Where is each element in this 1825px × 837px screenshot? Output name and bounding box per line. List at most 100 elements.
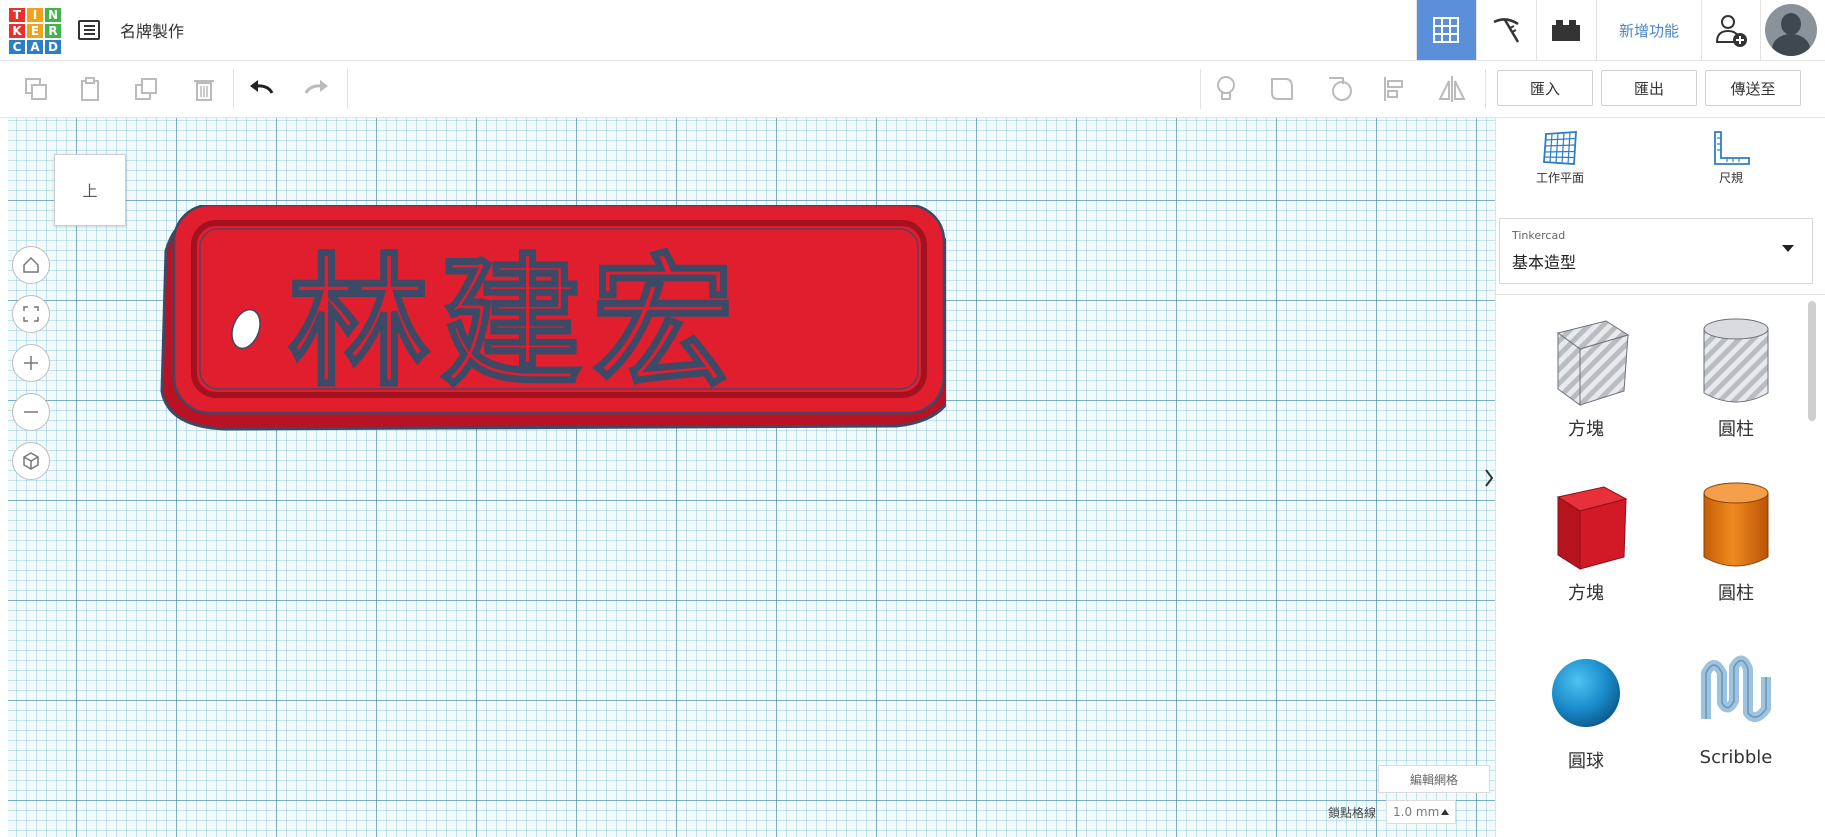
- duplicate-icon: [135, 78, 157, 100]
- scribble-icon: [1701, 655, 1771, 723]
- workplane-tool-label: 工作平面: [1535, 171, 1584, 185]
- shapes-grid: 方塊 圓柱 方塊 圓柱 圓球 Scribble: [1496, 294, 1825, 837]
- ruler-tool-label: 尺規: [1718, 171, 1743, 185]
- user-avatar[interactable]: [1765, 4, 1817, 56]
- shape-label: 圓柱: [1718, 419, 1754, 440]
- caret-down-icon: [1782, 245, 1794, 252]
- redo-button[interactable]: [300, 73, 332, 105]
- panel-scrollbar[interactable]: [1808, 301, 1816, 421]
- library-name: 基本造型: [1512, 253, 1577, 272]
- paste-button[interactable]: [74, 73, 106, 105]
- mirror-button[interactable]: [1436, 73, 1468, 105]
- panel-collapse-toggle[interactable]: [1482, 458, 1496, 498]
- shape-library-select[interactable]: Tinkercad 基本造型: [1499, 218, 1813, 284]
- home-icon: [23, 256, 39, 273]
- hide-button[interactable]: [1324, 73, 1356, 105]
- zoom-out-button[interactable]: [12, 393, 50, 431]
- copy-button[interactable]: [20, 73, 52, 105]
- logo-letter: D: [44, 39, 62, 55]
- align-icon: [1384, 77, 1403, 101]
- caret-up-icon: [1441, 809, 1450, 815]
- edit-grid-button[interactable]: 編輯網格: [1378, 765, 1490, 793]
- shape-label: 圓柱: [1718, 583, 1754, 604]
- shape-label: 圓球: [1568, 751, 1604, 772]
- copy-icon: [25, 78, 47, 100]
- logo-letter: E: [26, 23, 44, 39]
- lightbulb-icon: [1217, 76, 1235, 100]
- perspective-button[interactable]: [12, 442, 50, 480]
- sphere-icon: [1552, 659, 1620, 727]
- snap-grid-select[interactable]: 1.0 mm: [1386, 800, 1457, 824]
- shape-box-hole[interactable]: 方塊: [1516, 311, 1656, 461]
- plus-icon: [24, 356, 38, 370]
- shape-outline-icon: [1271, 78, 1293, 100]
- send-to-button[interactable]: 傳送至: [1705, 70, 1801, 106]
- logo-letter: R: [44, 23, 62, 39]
- shape-cylinder[interactable]: 圓柱: [1666, 475, 1806, 625]
- clipboard-icon: [81, 77, 99, 101]
- add-user-icon: [1715, 15, 1747, 47]
- snap-grid-value: 1.0 mm: [1393, 805, 1440, 819]
- minus-icon: [24, 411, 38, 413]
- cylinder-hole-icon: [1703, 318, 1769, 403]
- undo-button[interactable]: [246, 73, 278, 105]
- mirror-icon: [1438, 76, 1466, 102]
- logo-letter: C: [8, 39, 26, 55]
- edit-toolbar: 匯入 匯出 傳送至: [0, 61, 1825, 118]
- tinkercad-app: TIN KER CAD 名牌製作 新增功能 匯入 匯出 傳送至 上 林建宏 編輯網格…: [0, 0, 1825, 837]
- shape-box[interactable]: 方塊: [1516, 475, 1656, 625]
- align-button[interactable]: [1378, 73, 1410, 105]
- hide-shape-icon: [1329, 77, 1352, 101]
- import-button[interactable]: 匯入: [1497, 70, 1593, 106]
- tinkercad-logo[interactable]: TIN KER CAD: [8, 7, 62, 55]
- design-title[interactable]: 名牌製作: [120, 18, 184, 42]
- export-button[interactable]: 匯出: [1601, 70, 1697, 106]
- logo-letter: K: [8, 23, 26, 39]
- new-features-link[interactable]: 新增功能: [1595, 0, 1701, 60]
- workplane-canvas[interactable]: 上 林建宏 編輯網格 鎖點格線 1.0 mm: [8, 118, 1495, 837]
- logo-letter: A: [26, 39, 44, 55]
- library-source: Tinkercad: [1512, 229, 1566, 242]
- logo-letter: I: [26, 7, 44, 23]
- cylinder-icon: [1703, 482, 1769, 567]
- cube-outline-icon: [23, 452, 39, 470]
- snap-grid-label: 鎖點格線: [1328, 805, 1377, 820]
- notes-button[interactable]: [1210, 73, 1242, 105]
- redo-icon: [304, 80, 328, 94]
- pickaxe-icon: [1493, 18, 1520, 43]
- chevron-right-icon: [1485, 469, 1494, 487]
- design-menu-icon[interactable]: [78, 20, 100, 40]
- trash-icon: [194, 80, 214, 101]
- duplicate-button[interactable]: [130, 73, 162, 105]
- keychain-text: 林建宏: [288, 241, 744, 406]
- logo-letter: N: [44, 7, 62, 23]
- shape-scribble[interactable]: Scribble: [1666, 643, 1806, 793]
- top-bar: TIN KER CAD 名牌製作 新增功能: [0, 0, 1825, 61]
- view-cube[interactable]: 上: [54, 154, 126, 226]
- snap-grid-control: 鎖點格線 1.0 mm: [1328, 800, 1457, 824]
- ruler-icon: [1714, 131, 1750, 165]
- workplane-tool[interactable]: 工作平面: [1520, 130, 1600, 186]
- box-icon: [1556, 486, 1628, 570]
- 3d-design-view-button[interactable]: [1415, 0, 1476, 60]
- shape-cylinder-hole[interactable]: 圓柱: [1666, 311, 1806, 461]
- add-user-button[interactable]: [1701, 0, 1761, 60]
- fit-view-button[interactable]: [12, 295, 50, 333]
- panel-tools: 工作平面 尺規: [1496, 118, 1825, 208]
- keychain-nameplate[interactable]: 林建宏: [156, 205, 946, 455]
- bricks-view-button[interactable]: [1535, 0, 1596, 60]
- shape-sphere[interactable]: 圓球: [1516, 643, 1656, 793]
- blocks-view-button[interactable]: [1475, 0, 1536, 60]
- zoom-in-button[interactable]: [12, 344, 50, 382]
- home-view-button[interactable]: [12, 246, 50, 284]
- show-all-button[interactable]: [1266, 73, 1298, 105]
- grid-icon: [1433, 17, 1460, 43]
- logo-letter: T: [8, 7, 26, 23]
- ruler-tool[interactable]: 尺規: [1691, 130, 1771, 186]
- undo-icon: [250, 80, 274, 94]
- brick-icon: [1552, 20, 1581, 41]
- delete-button[interactable]: [188, 73, 220, 105]
- shapes-panel: 工作平面 尺規 Tinkercad 基本造型 方塊 圓柱 方塊 圓柱 圓球 Sc…: [1485, 118, 1825, 837]
- shape-label: 方塊: [1568, 419, 1604, 440]
- box-hole-icon: [1556, 320, 1630, 406]
